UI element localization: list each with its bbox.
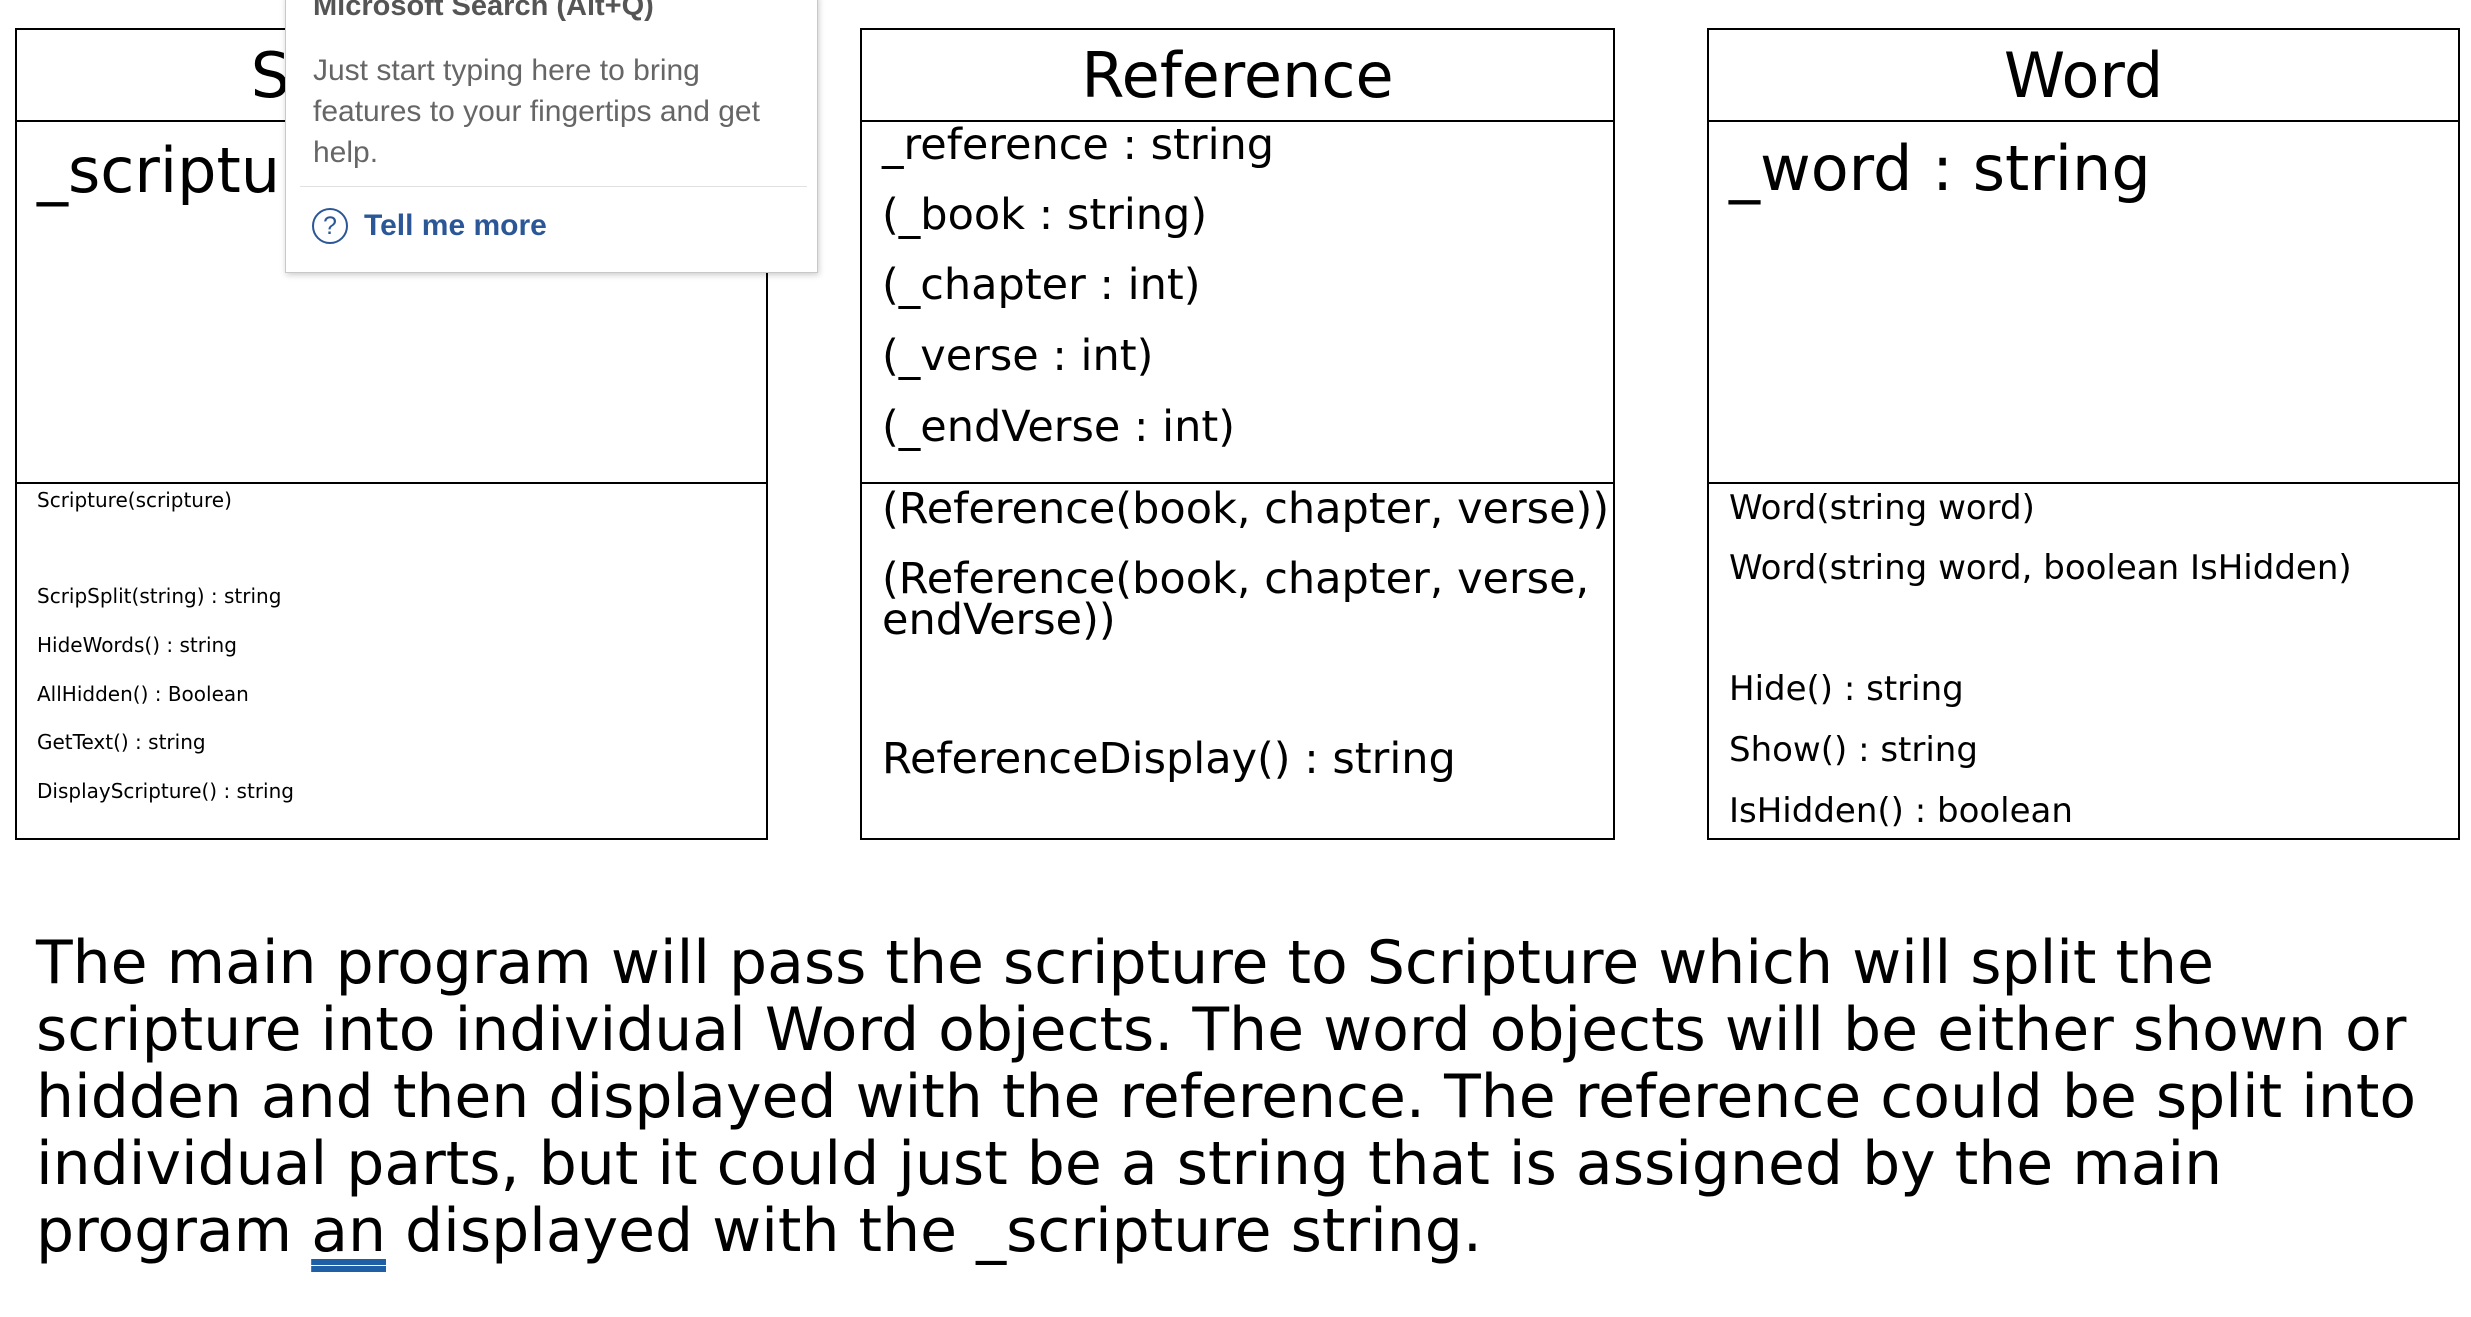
- search-tooltip-popup: Microsoft Search (Alt+Q) Just start typi…: [285, 0, 818, 273]
- class-title-word: Word: [1709, 30, 2458, 122]
- reference-method-constructor-endverse-cont: endVerse)): [882, 595, 1116, 645]
- popup-body-text: Just start typing here to bring features…: [313, 54, 760, 169]
- class-attributes-reference: _reference : string (_book : string) (_c…: [862, 122, 1613, 484]
- scripture-method-constructor: Scripture(scripture): [37, 488, 232, 512]
- popup-title: Microsoft Search (Alt+Q): [313, 0, 654, 22]
- word-attribute: _word : string: [1729, 132, 2151, 205]
- scripture-method-gettext: GetText() : string: [37, 730, 206, 754]
- class-attributes-word: _word : string: [1709, 122, 2458, 484]
- reference-attribute-book: (_book : string): [882, 190, 1208, 240]
- word-method-constructor-hidden: Word(string word, boolean IsHidden): [1729, 548, 2352, 588]
- class-methods-reference: (Reference(book, chapter, verse)) (Refer…: [862, 484, 1613, 838]
- word-method-show: Show() : string: [1729, 730, 1978, 770]
- reference-attribute-chapter: (_chapter : int): [882, 260, 1201, 310]
- tell-me-more-label: Tell me more: [364, 209, 547, 242]
- popup-divider: [300, 186, 807, 187]
- description-paragraph: The main program will pass the scripture…: [36, 930, 2456, 1265]
- class-box-reference: Reference _reference : string (_book : s…: [860, 28, 1615, 840]
- word-method-hide: Hide() : string: [1729, 669, 1964, 709]
- class-box-word: Word _word : string Word(string word) Wo…: [1707, 28, 2460, 840]
- word-method-ishidden: IsHidden() : boolean: [1729, 791, 2073, 831]
- reference-method-constructor: (Reference(book, chapter, verse)): [882, 484, 1610, 534]
- reference-attribute-reference: _reference : string: [882, 122, 1275, 170]
- scripture-method-displayscripture: DisplayScripture() : string: [37, 779, 294, 803]
- class-title-reference: Reference: [862, 30, 1613, 122]
- class-methods-word: Word(string word) Word(string word, bool…: [1709, 484, 2458, 838]
- class-methods-scripture: Scripture(scripture) ScripSplit(string) …: [17, 484, 766, 838]
- reference-method-constructor-endverse: (Reference(book, chapter, verse,: [882, 554, 1590, 604]
- reference-attribute-verse: (_verse : int): [882, 331, 1154, 381]
- word-method-constructor: Word(string word): [1729, 488, 2035, 528]
- reference-attribute-endverse: (_endVerse : int): [882, 402, 1236, 452]
- help-icon: ?: [312, 208, 348, 244]
- description-text-after: displayed with the _scripture string.: [385, 1196, 1482, 1266]
- grammar-flagged-word[interactable]: an: [311, 1196, 386, 1266]
- scripture-method-allhidden: AllHidden() : Boolean: [37, 682, 249, 706]
- scripture-method-scripsplit: ScripSplit(string) : string: [37, 584, 282, 608]
- tell-me-more-link[interactable]: ? Tell me more: [312, 208, 547, 244]
- scripture-method-hidewords: HideWords() : string: [37, 633, 237, 657]
- reference-method-display: ReferenceDisplay() : string: [882, 734, 1456, 784]
